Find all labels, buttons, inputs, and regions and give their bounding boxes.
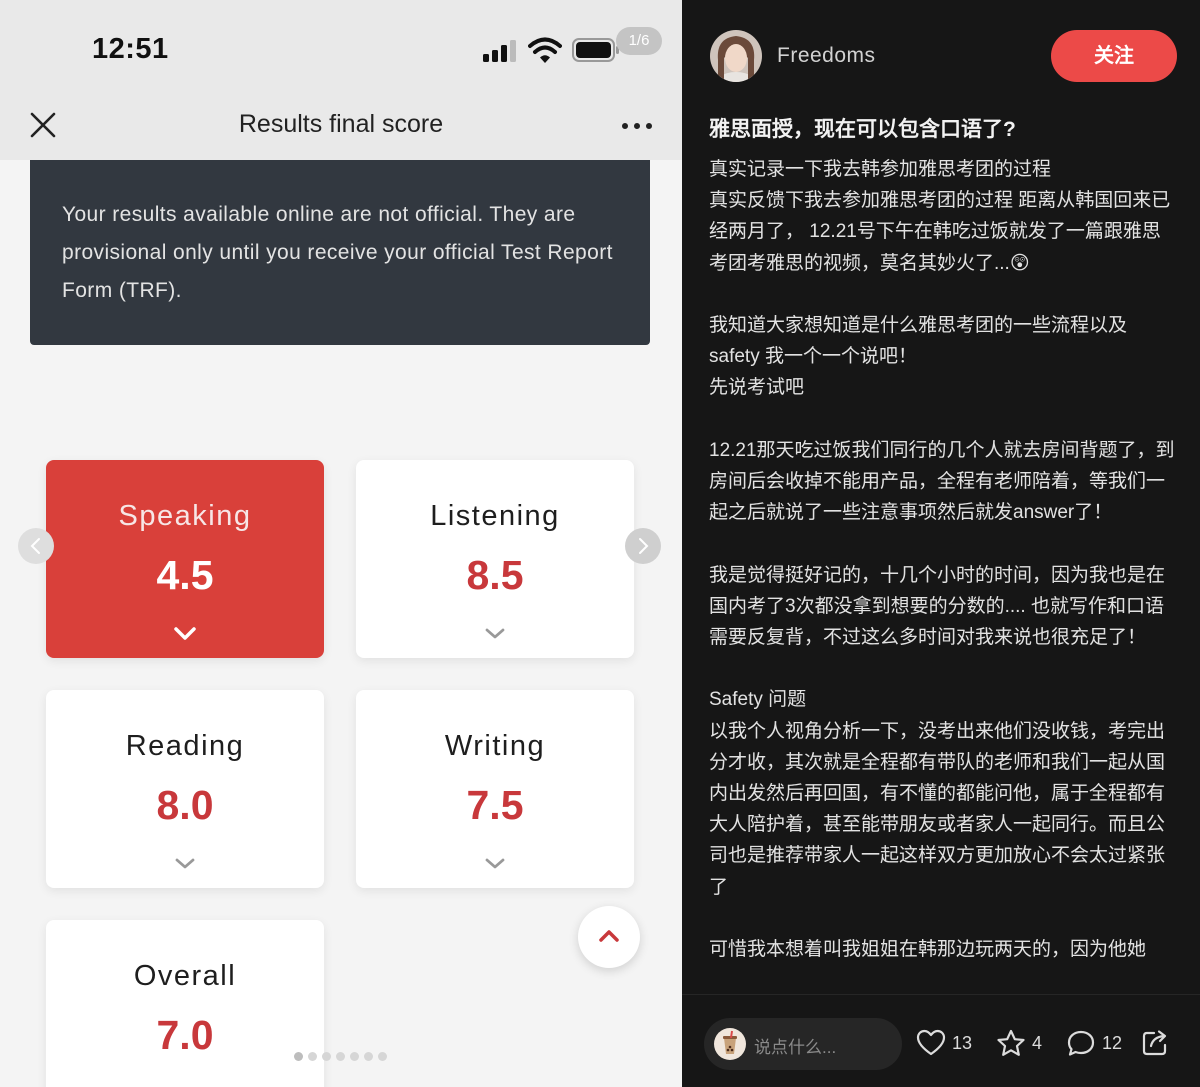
bubble-tea-icon [723,1030,737,1054]
comment-input[interactable]: 说点什么... [704,1018,902,1070]
score-value: 4.5 [156,552,214,598]
nav-bar: Results final score [0,92,682,160]
score-card-overall[interactable]: Overall 7.0 [46,920,324,1087]
like-button[interactable]: 13 [916,1029,986,1059]
image-pagination-dots [294,1052,387,1064]
pagination-dot[interactable] [378,1052,387,1061]
post-paragraph: 先说考试吧 [709,377,805,399]
post-paragraph: 以我个人视角分析一下，没考出来他们没收钱，考完出分才收，其次就是全程都有带队的老… [709,720,1166,898]
post-paragraph: 真实反馈下我去参加雅思考团的过程 距离从韩国回来已经两月了， 12.21号下午在… [709,190,1171,274]
score-card-reading[interactable]: Reading 8.0 [46,690,324,888]
chevron-down-icon[interactable] [483,626,507,642]
image-viewer: 12:51 1/6 Results final score Your resul… [0,0,682,1087]
provisional-notice: Your results available online are not of… [30,160,650,345]
score-card-writing[interactable]: Writing 7.5 [356,690,634,888]
chevron-up-icon [599,930,619,942]
chevron-left-icon [30,538,40,554]
user-avatar [714,1028,746,1060]
signal-icon [483,40,516,62]
pagination-dot[interactable] [350,1052,359,1061]
score-value: 8.0 [156,782,214,828]
post-paragraph: 12.21那天吃过饭我们同行的几个人就去房间背题了，到房间后会收掉不能用产品，全… [709,439,1175,524]
share-icon[interactable] [1141,1029,1169,1057]
pagination-dot[interactable] [322,1052,331,1061]
comment-placeholder: 说点什么... [754,1038,837,1057]
post-body: 真实记录一下我去韩参加雅思考团的过程 真实反馈下我去参加雅思考团的过程 距离从韩… [709,154,1177,965]
more-icon[interactable] [620,114,654,138]
status-bar: 12:51 1/6 [0,0,682,92]
score-card-listening[interactable]: Listening 8.5 [356,460,634,658]
score-value: 7.5 [466,782,524,828]
score-label: Listening [430,500,560,532]
scroll-to-top-button[interactable] [578,906,640,968]
pagination-dot[interactable] [336,1052,345,1061]
post-paragraph: 我是觉得挺好记的，十几个小时的时间，因为我也是在国内考了3次都没拿到想要的分数的… [709,564,1166,648]
previous-image-button[interactable] [18,528,54,564]
battery-icon [572,38,619,62]
collect-count: 4 [1032,1033,1043,1053]
pagination-dot[interactable] [308,1052,317,1061]
chevron-down-icon[interactable] [173,626,197,642]
score-value: 8.5 [466,552,524,598]
status-time: 12:51 [92,33,169,65]
pagination-dot[interactable] [364,1052,373,1061]
score-card-speaking[interactable]: Speaking 4.5 [46,460,324,658]
avatar-image [710,30,762,82]
star-icon [997,1029,1025,1056]
interaction-bar: 说点什么... 13 4 12 [682,994,1200,1087]
collect-button[interactable]: 4 [996,1029,1056,1059]
comment-bubble-icon [1067,1030,1095,1056]
score-value: 7.0 [156,1012,214,1058]
post-panel: Freedoms 关注 雅思面授，现在可以包含口语了? 真实记录一下我去韩参加雅… [682,0,1200,1087]
post-paragraph: Safety 问题 [709,689,807,711]
post-paragraph: 我知道大家想知道是什么雅思考团的一些流程以及safety 我一个一个说吧！ [709,315,1128,368]
score-label: Reading [125,730,245,762]
post-paragraph: 可惜我本想着叫我姐姐在韩那边玩两天的，因为他她 [709,939,1147,960]
author-name[interactable]: Freedoms [777,44,876,68]
page-title: Results final score [238,110,444,138]
like-count: 13 [952,1033,973,1053]
post-paragraph: 真实记录一下我去韩参加雅思考团的过程 [709,159,1052,180]
heart-icon [916,1029,946,1056]
follow-button[interactable]: 关注 [1051,30,1177,82]
score-label: Overall [133,960,237,992]
chevron-down-icon[interactable] [173,856,197,872]
score-label: Speaking [118,500,252,532]
pagination-dot[interactable] [294,1052,303,1061]
chevron-down-icon[interactable] [483,856,507,872]
post-title: 雅思面授，现在可以包含口语了? [709,118,1016,141]
next-image-button[interactable] [625,528,661,564]
page-indicator: 1/6 [616,27,662,55]
author-avatar[interactable] [710,30,762,82]
score-label: Writing [444,730,546,762]
comment-button[interactable]: 12 [1066,1029,1136,1059]
chevron-right-icon [639,538,649,554]
comment-count: 12 [1102,1033,1123,1053]
wifi-icon [528,37,562,63]
